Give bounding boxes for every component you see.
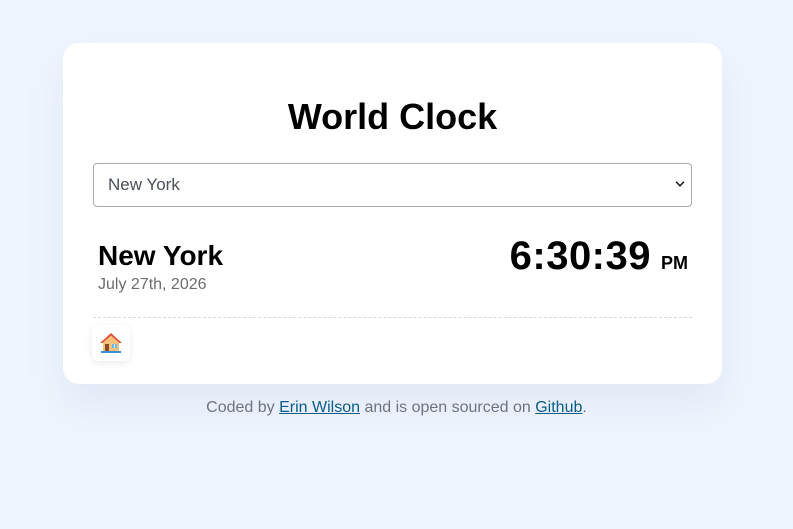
city-select-value: New York	[108, 175, 180, 194]
clock-card: World Clock New York New York July 27th,…	[63, 43, 722, 384]
city-date: July 27th, 2026	[98, 276, 207, 293]
city-name: New York	[98, 240, 224, 271]
chevron-down-icon	[675, 181, 685, 187]
footer-suffix: .	[582, 399, 587, 416]
home-link[interactable]	[99, 332, 123, 354]
city-info: New York July 27th, 2026	[98, 240, 223, 294]
current-time: 6:30:39	[509, 234, 651, 278]
page-title: World Clock	[287, 96, 498, 137]
footer-middle: and is open sourced on	[360, 399, 536, 416]
page: World Clock New York New York July 27th,…	[0, 0, 793, 529]
home-button[interactable]	[92, 325, 130, 361]
author-link[interactable]: Erin Wilson	[279, 399, 360, 416]
footer: Coded by Erin Wilson and is open sourced…	[0, 399, 793, 417]
house-icon	[100, 333, 122, 353]
divider	[93, 317, 692, 318]
github-link[interactable]: Github	[535, 399, 582, 416]
city-select[interactable]: New York	[93, 163, 692, 207]
time-display: 6:30:39 PM	[510, 234, 688, 279]
footer-prefix: Coded by	[206, 399, 280, 416]
am-pm-indicator: PM	[661, 253, 688, 273]
